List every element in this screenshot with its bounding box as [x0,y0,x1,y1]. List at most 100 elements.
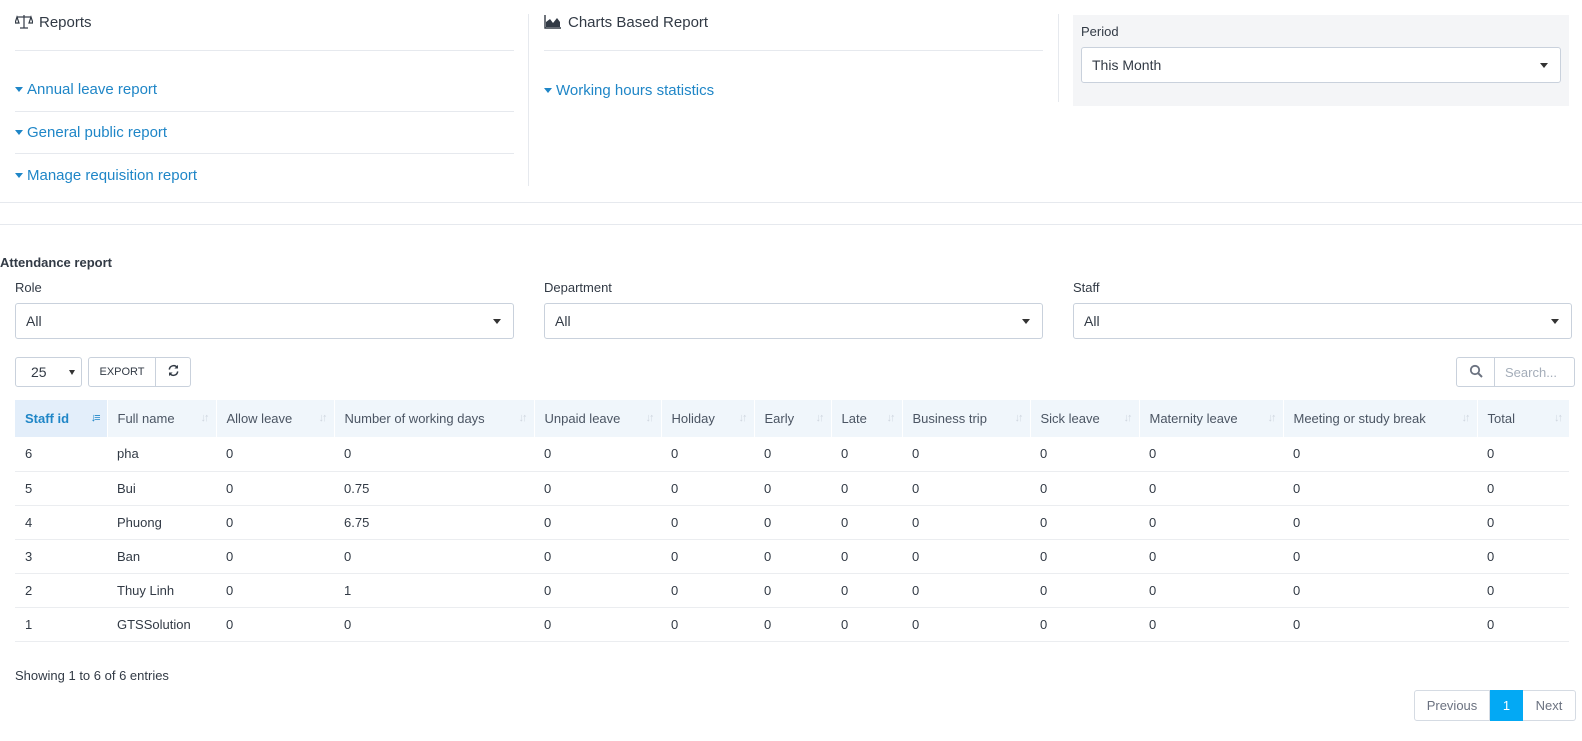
period-label: Period [1081,24,1119,39]
sort-icon: ↓↑ [1554,412,1563,424]
table-cell: 0 [1477,505,1569,540]
next-page-button[interactable]: Next [1523,690,1576,721]
chevron-down-icon [1551,319,1559,324]
sort-descending-icon: ↓≡ [90,412,101,424]
period-select[interactable]: This Month [1081,47,1561,83]
column-header-label: Early [764,411,795,426]
column-header[interactable]: Business trip ↓↑ [901,400,1030,437]
table-search [1456,357,1575,387]
refresh-button[interactable] [156,357,191,387]
manage-requisition-report-link[interactable]: Manage requisition report [15,154,514,196]
column-header[interactable]: Staff id ↓≡ [15,400,107,437]
department-label: Department [544,280,612,295]
column-header[interactable]: Unpaid leave ↓↑ [533,400,661,437]
sort-icon: ↓↑ [1461,412,1471,424]
table-cell: 0 [1283,437,1477,472]
caret-down-icon [69,370,75,375]
table-cell: 2 [15,573,107,608]
table-cell: 0 [1283,505,1477,540]
table-info: Showing 1 to 6 of 6 entries [15,668,169,683]
column-divider [528,14,529,186]
table-cell: 0 [534,437,661,472]
table-cell: 0 [1139,607,1283,642]
charts-title: Charts Based Report [568,14,709,31]
section-divider [0,224,1582,225]
general-public-report-link[interactable]: General public report [15,112,514,154]
table-cell: 0 [754,471,831,506]
caret-down-icon [15,172,23,178]
department-filter: Department All [544,280,1043,339]
table-cell: pha [107,437,216,472]
column-header[interactable]: Early ↓↑ [753,400,831,437]
table-cell: 0 [902,437,1030,472]
table-cell: 0 [1283,607,1477,642]
table-cell: 0 [1030,539,1139,574]
export-button[interactable]: EXPORT [88,357,156,387]
table-cell: 0 [534,505,661,540]
table-cell: 0 [1477,607,1569,642]
table-cell: 0 [831,437,902,472]
role-select[interactable]: All [15,303,514,339]
role-value: All [26,313,42,329]
table-cell: 0 [754,539,831,574]
chevron-down-icon [1540,63,1548,68]
department-select[interactable]: All [544,303,1043,339]
sort-icon: ↓↑ [1014,412,1024,424]
annual-leave-report-link[interactable]: Annual leave report [15,51,514,112]
table-cell: 1 [334,573,534,608]
table-toolbar: 25 EXPORT [15,357,191,387]
table-cell: 0 [1139,573,1283,608]
pagination: Previous 1 Next [1414,690,1576,721]
column-header-label: Total [1487,411,1515,426]
reports-title: Reports [39,14,92,31]
table-cell: 0 [831,471,902,506]
table-body: 6 pha 0 0 0 0 0 0 0 0 0 0 0 5 Bui 0 0.75 0 0 0 0 0 0 0 0 0 4 Phuong… [15,437,1569,642]
table-cell: 0 [902,505,1030,540]
column-header[interactable]: Full name ↓↑ [106,400,216,437]
table-cell: 0 [661,539,754,574]
balance-scale-icon [14,14,34,30]
column-header[interactable]: Holiday ↓↑ [660,400,754,437]
search-button[interactable] [1456,357,1495,387]
page-length-select[interactable]: 25 [15,357,82,387]
table-cell: 0 [1139,539,1283,574]
search-input[interactable] [1495,357,1575,387]
staff-filter: Staff All [1073,280,1572,339]
column-header[interactable]: Meeting or study break ↓↑ [1282,400,1477,437]
previous-page-button[interactable]: Previous [1414,690,1490,721]
general-public-report-label: General public report [27,124,168,141]
table-cell: 0 [831,505,902,540]
department-value: All [555,313,571,329]
page-1-button[interactable]: 1 [1490,690,1523,721]
staff-select[interactable]: All [1073,303,1572,339]
table-cell: Phuong [107,505,216,540]
column-header[interactable]: Maternity leave ↓↑ [1138,400,1283,437]
reports-section: Reports Annual leave report General publ… [14,0,514,196]
charts-section: Charts Based Report Working hours statis… [544,0,1043,112]
working-hours-statistics-link[interactable]: Working hours statistics [544,51,1043,112]
caret-down-icon [544,87,552,93]
column-header[interactable]: Allow leave ↓↑ [215,400,334,437]
table-cell: 0 [216,607,334,642]
table-cell: 0 [1139,437,1283,472]
table-cell: Thuy Linh [107,573,216,608]
table-row: 4 Phuong 0 6.75 0 0 0 0 0 0 0 0 0 [15,505,1569,540]
column-header[interactable]: Total ↓↑ [1476,400,1569,437]
attendance-table: Staff id ↓≡ Full name ↓↑ Allow leave ↓↑ Number… [15,400,1569,642]
column-header[interactable]: Sick leave ↓↑ [1029,400,1139,437]
table-cell: 0 [1030,437,1139,472]
period-filter: Period This Month [1073,15,1569,106]
column-header[interactable]: Late ↓↑ [830,400,902,437]
sort-icon: ↓↑ [518,412,528,424]
table-cell: 0 [216,539,334,574]
table-cell: 0 [1030,573,1139,608]
table-cell: 0 [534,539,661,574]
table-cell: 0 [902,539,1030,574]
table-cell: 0 [661,505,754,540]
table-cell: 0 [1030,505,1139,540]
chevron-down-icon [1022,319,1030,324]
table-cell: 0 [1283,539,1477,574]
column-header[interactable]: Number of working days ↓↑ [333,400,534,437]
charts-header: Charts Based Report [544,0,1043,51]
refresh-icon [167,364,180,380]
